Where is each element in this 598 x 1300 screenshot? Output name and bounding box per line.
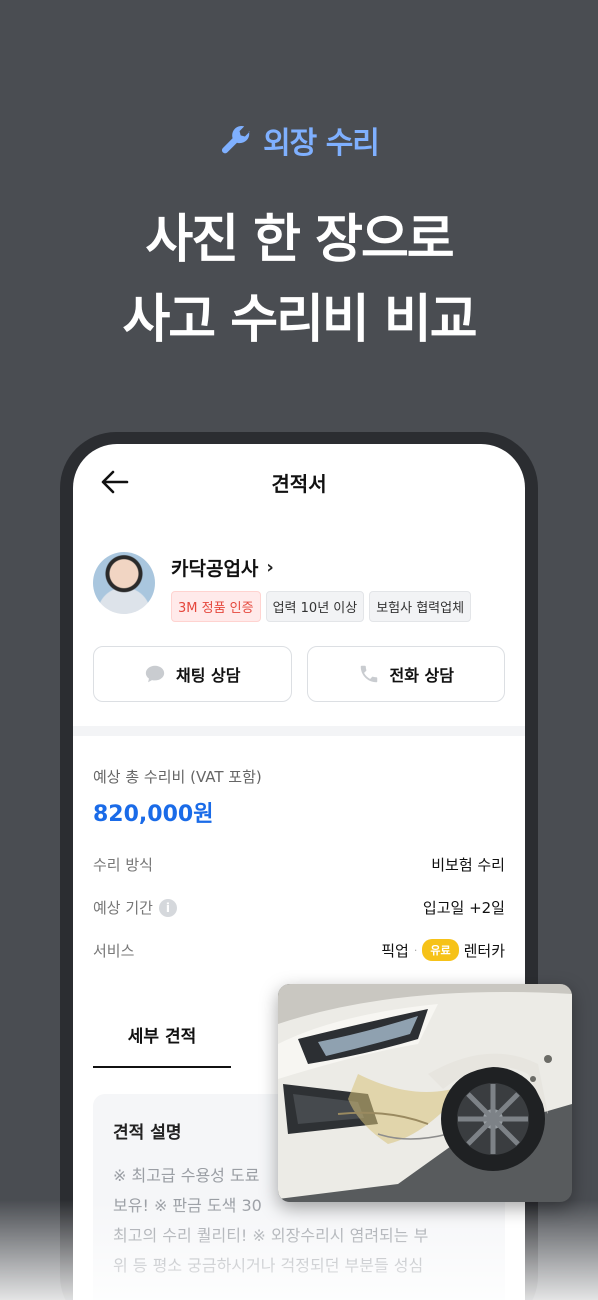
card-line: 위 등 평소 궁금하시거나 걱정되던 부분들 성심 (113, 1256, 424, 1275)
separator-dot: · (413, 943, 418, 957)
total-cost-label: 예상 총 수리비 (VAT 포함) (93, 768, 262, 786)
top-bar: 견적서 (73, 444, 525, 520)
phone-consult-button[interactable]: 전화 상담 (306, 646, 505, 702)
headline-line-2: 사고 수리비 비교 (122, 290, 477, 350)
paid-badge: 유료 (422, 939, 459, 961)
headline: 사진 한 장으로 사고 수리비 비교 (0, 200, 598, 360)
car-illustration (278, 984, 572, 1202)
rental-car-service: 렌터카 (463, 941, 505, 960)
card-line: 최고의 수리 퀄리티! ※ 외장수리시 염려되는 부 (113, 1226, 429, 1245)
shop-badges: 3M 정품 인증 업력 10년 이상 보험사 협력업체 (171, 591, 472, 622)
tab-detailed-estimate[interactable]: 세부 견적 (93, 1014, 231, 1068)
service-value: 픽업 · 유료 렌터카 (381, 939, 505, 961)
wrench-icon (222, 125, 250, 154)
duration-label: 예상 기간 (93, 899, 153, 917)
damaged-car-photo (278, 984, 572, 1202)
tagline: 외장 수리 (0, 118, 598, 162)
experience-badge: 업력 10년 이상 (265, 591, 365, 622)
insurance-partner-badge: 보험사 협력업체 (369, 591, 472, 622)
chat-bubble-icon (145, 665, 165, 683)
chat-consult-button[interactable]: 채팅 상담 (93, 646, 292, 702)
shop-name-link[interactable]: 카닥공업사 › (171, 554, 471, 581)
shop-name: 카닥공업사 (171, 558, 259, 580)
phone-icon (360, 665, 377, 683)
chat-consult-label: 채팅 상담 (176, 666, 241, 685)
tagline-label: 외장 수리 (263, 126, 380, 161)
service-label: 서비스 (93, 941, 135, 960)
page-title: 견적서 (271, 472, 327, 496)
repair-method-row: 수리 방식 비보험 수리 (93, 854, 505, 875)
total-cost-value: 820,000원 (93, 802, 214, 827)
duration-value: 입고일 +2일 (422, 899, 505, 917)
duration-row: 예상 기간 i 입고일 +2일 (93, 897, 505, 918)
repair-method-value: 비보험 수리 (431, 856, 505, 874)
consult-actions: 채팅 상담 전화 상담 (93, 646, 505, 702)
certification-badge: 3M 정품 인증 (171, 591, 261, 622)
service-row: 서비스 픽업 · 유료 렌터카 (93, 939, 505, 961)
pickup-service: 픽업 (381, 941, 409, 960)
phone-consult-label: 전화 상담 (389, 666, 454, 685)
repair-method-label: 수리 방식 (93, 856, 153, 874)
section-divider (73, 726, 525, 736)
shop-header: 카닥공업사 › 3M 정품 인증 업력 10년 이상 보험사 협력업체 (93, 552, 472, 622)
shop-avatar (93, 552, 155, 614)
headline-line-1: 사진 한 장으로 (145, 210, 454, 270)
chevron-right-icon: › (266, 557, 274, 578)
info-icon[interactable]: i (158, 898, 177, 917)
